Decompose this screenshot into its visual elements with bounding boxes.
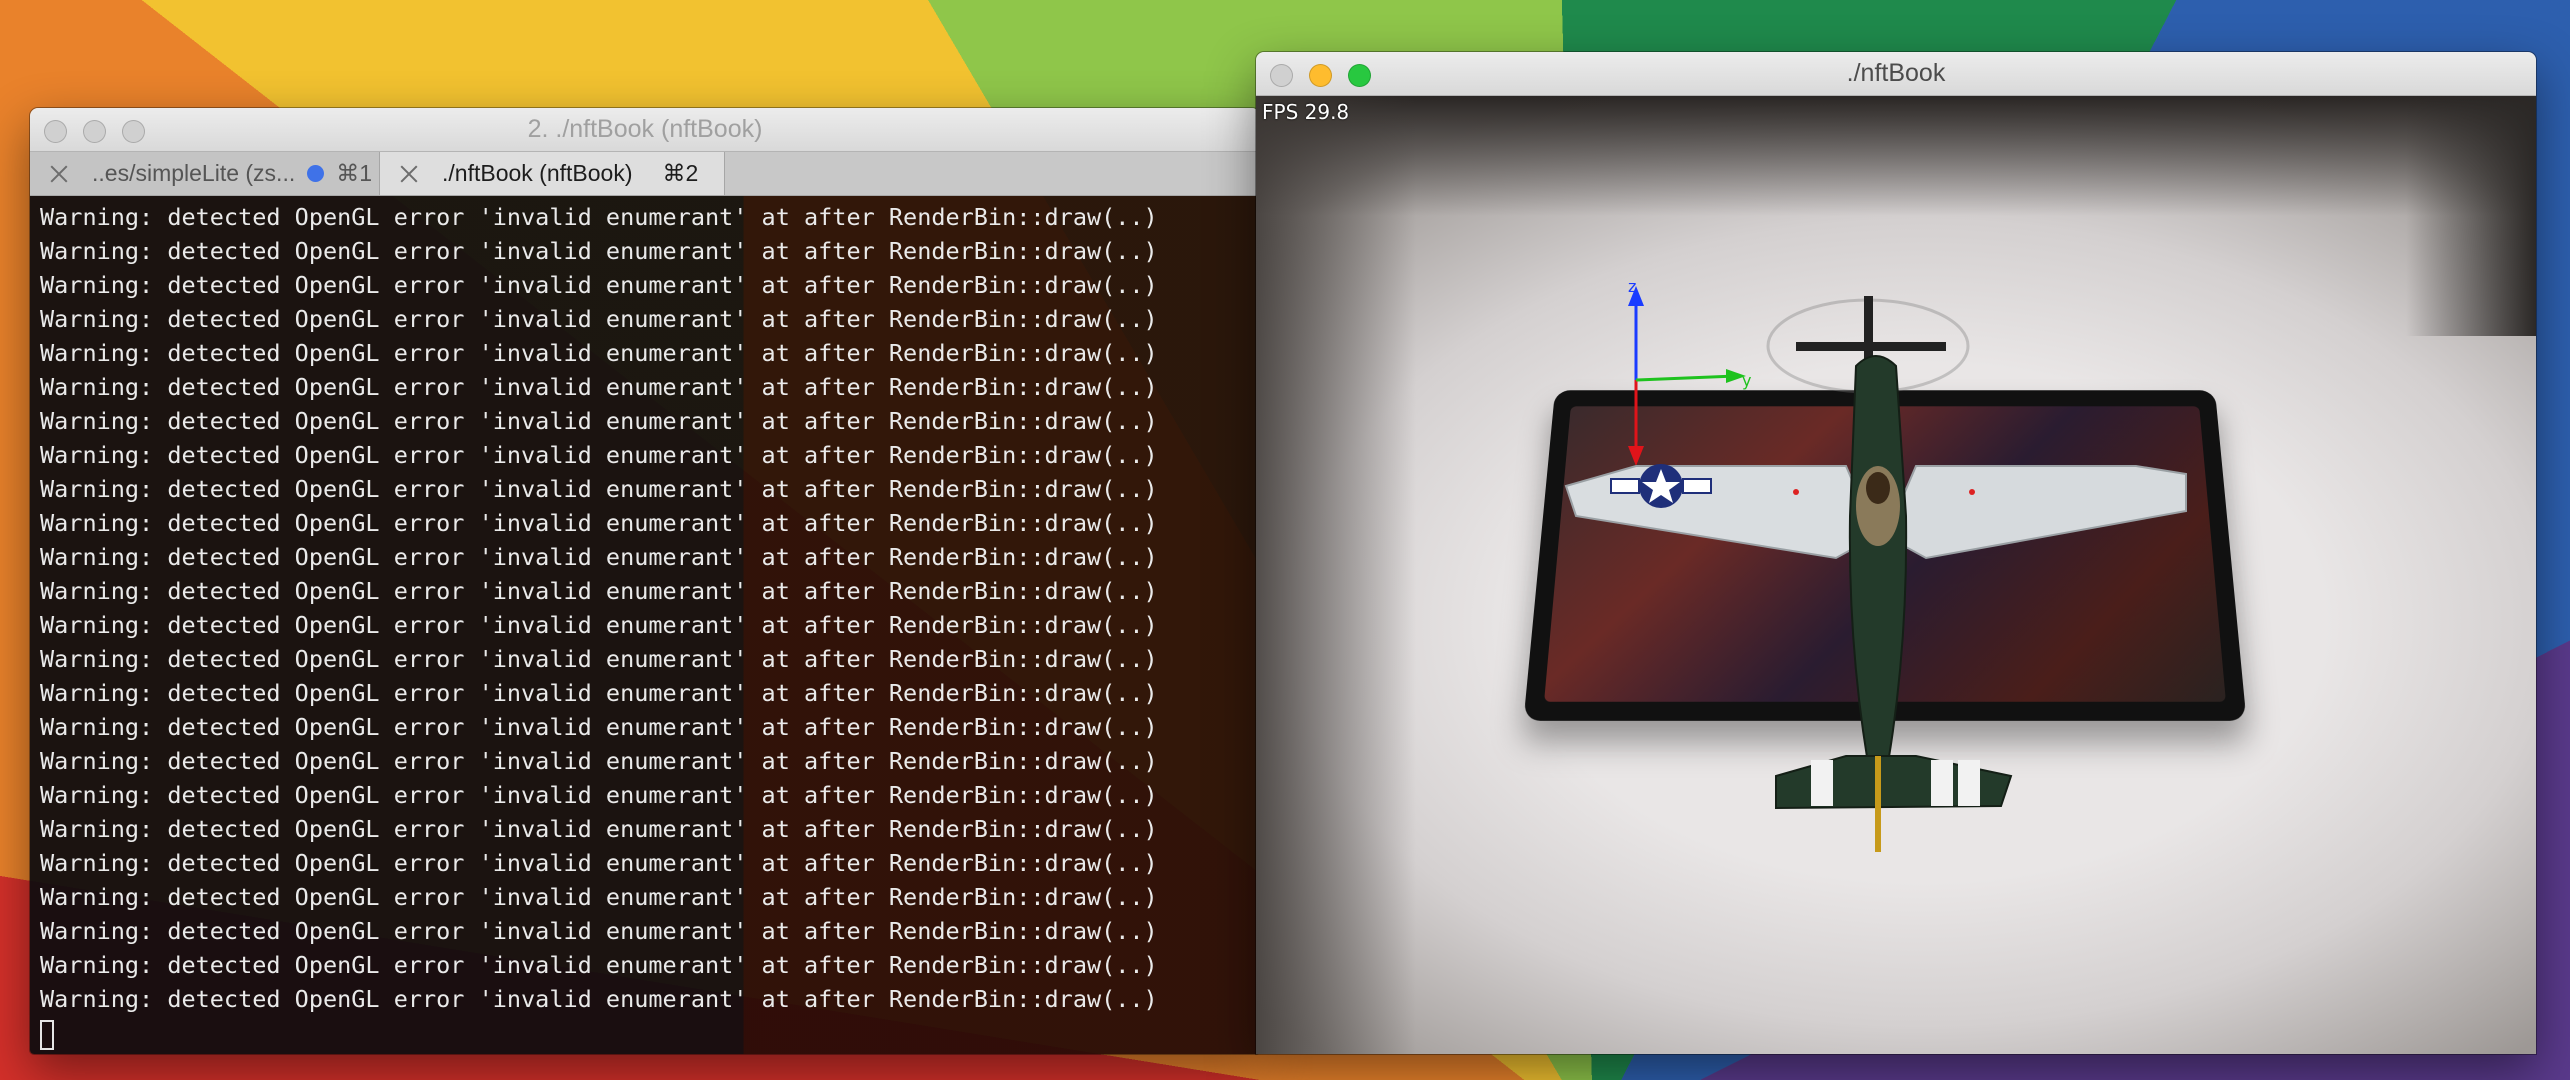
terminal-line: Warning: detected OpenGL error 'invalid … [40,203,1158,231]
window-title: ./nftBook [1846,59,1946,87]
tab-simplelite[interactable]: ..es/simpleLite (zs... ⌘1 [30,152,380,195]
terminal-cursor [40,1020,54,1050]
minimize-button[interactable] [1309,64,1332,87]
terminal-line: Warning: detected OpenGL error 'invalid … [40,339,1158,367]
tail-stripe [1931,760,1953,806]
terminal-line: Warning: detected OpenGL error 'invalid … [40,883,1158,911]
pilot [1866,472,1890,504]
tab-shortcut: ⌘1 [336,160,373,186]
rudder [1875,756,1881,852]
tail-stripe [1811,760,1833,806]
tab-label: ./nftBook (nftBook) [442,160,633,186]
terminal-line: Warning: detected OpenGL error 'invalid … [40,645,1158,673]
terminal-line: Warning: detected OpenGL error 'invalid … [40,509,1158,537]
ar-viewport[interactable]: z x y [1256,96,2536,1054]
terminal-line: Warning: detected OpenGL error 'invalid … [40,747,1158,775]
terminal-line: Warning: detected OpenGL error 'invalid … [40,373,1158,401]
zoom-button[interactable] [122,120,145,143]
terminal-line: Warning: detected OpenGL error 'invalid … [40,271,1158,299]
terminal-line: Warning: detected OpenGL error 'invalid … [40,849,1158,877]
terminal-line: Warning: detected OpenGL error 'invalid … [40,713,1158,741]
roundel-bar [1682,478,1712,494]
terminal-line: Warning: detected OpenGL error 'invalid … [40,815,1158,843]
terminal-line: Warning: detected OpenGL error 'invalid … [40,543,1158,571]
roundel-bar [1610,478,1640,494]
terminal-titlebar[interactable]: 2. ./nftBook (nftBook) [30,108,1260,152]
terminal-line: Warning: detected OpenGL error 'invalid … [40,475,1158,503]
terminal-line: Warning: detected OpenGL error 'invalid … [40,611,1158,639]
close-button[interactable] [44,120,67,143]
window-controls [1270,64,1371,87]
right-wing [1884,465,2187,560]
terminal-line: Warning: detected OpenGL error 'invalid … [40,917,1158,945]
terminal-line: Warning: detected OpenGL error 'invalid … [40,985,1158,1013]
window-controls [44,120,145,143]
terminal-output[interactable]: Warning: detected OpenGL error 'invalid … [30,196,1260,1054]
close-button[interactable] [1270,64,1293,87]
activity-dot-icon [307,165,325,182]
terminal-line: Warning: detected OpenGL error 'invalid … [40,237,1158,265]
tab-close-icon[interactable] [48,163,70,185]
wing-light [1793,489,1799,495]
terminal-line: Warning: detected OpenGL error 'invalid … [40,577,1158,605]
fuselage [1848,355,1908,797]
terminal-line: Warning: detected OpenGL error 'invalid … [40,951,1158,979]
zoom-button[interactable] [1348,64,1371,87]
tail-stripe [1958,760,1980,806]
tab-shortcut: ⌘2 [662,160,699,186]
terminal-line: Warning: detected OpenGL error 'invalid … [40,679,1158,707]
nftbook-window[interactable]: ./nftBook z x y [1256,52,2536,1054]
terminal-window[interactable]: 2. ./nftBook (nftBook) ..es/simpleLite (… [30,108,1260,1054]
fps-counter: FPS 29.8 [1262,100,1350,124]
terminal-line: Warning: detected OpenGL error 'invalid … [40,407,1158,435]
p51-mustang-model [1564,296,2187,852]
terminal-line: Warning: detected OpenGL error 'invalid … [40,781,1158,809]
terminal-line: Warning: detected OpenGL error 'invalid … [40,441,1158,469]
tab-nftbook[interactable]: ./nftBook (nftBook) ⌘2 [380,152,725,195]
wing-light [1969,489,1975,495]
tab-bar: ..es/simpleLite (zs... ⌘1 ./nftBook (nft… [30,152,1260,196]
minimize-button[interactable] [83,120,106,143]
terminal-line: Warning: detected OpenGL error 'invalid … [40,305,1158,333]
tab-close-icon[interactable] [398,163,420,185]
tab-label: ..es/simpleLite (zs... [92,160,296,186]
viewer-titlebar[interactable]: ./nftBook [1256,52,2536,96]
window-title: 2. ./nftBook (nftBook) [527,115,763,143]
